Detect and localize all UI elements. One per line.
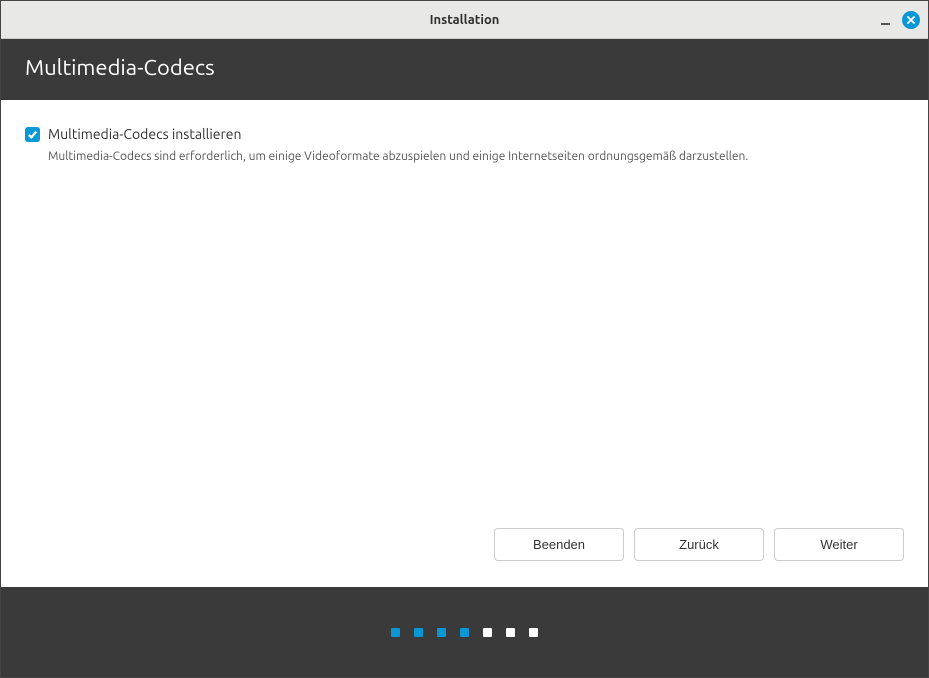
back-button[interactable]: Zurück xyxy=(634,528,764,561)
codec-checkbox[interactable] xyxy=(25,127,40,142)
codec-option-description: Multimedia-Codecs sind erforderlich, um … xyxy=(48,150,904,163)
progress-dot-3 xyxy=(437,628,446,637)
progress-dot-4 xyxy=(460,628,469,637)
progress-dot-5 xyxy=(483,628,492,637)
button-row: Beenden Zurück Weiter xyxy=(25,528,904,561)
quit-button[interactable]: Beenden xyxy=(494,528,624,561)
titlebar: Installation xyxy=(1,1,928,39)
progress-indicator xyxy=(391,628,538,637)
page-header: Multimedia-Codecs xyxy=(1,39,928,100)
codec-option-row: Multimedia-Codecs installieren xyxy=(25,126,904,142)
progress-dot-1 xyxy=(391,628,400,637)
footer xyxy=(1,587,928,677)
next-button[interactable]: Weiter xyxy=(774,528,904,561)
minimize-icon[interactable] xyxy=(878,13,892,27)
close-icon[interactable] xyxy=(902,11,920,29)
checkmark-icon xyxy=(27,129,38,140)
window-title: Installation xyxy=(430,13,500,27)
progress-dot-7 xyxy=(529,628,538,637)
codec-option-label[interactable]: Multimedia-Codecs installieren xyxy=(48,126,242,142)
progress-dot-2 xyxy=(414,628,423,637)
titlebar-controls xyxy=(878,11,920,29)
page-title: Multimedia-Codecs xyxy=(25,55,904,80)
spacer xyxy=(25,163,904,512)
installer-window: Installation Multimedia-Codecs Multimedi… xyxy=(0,0,929,678)
progress-dot-6 xyxy=(506,628,515,637)
main-content: Multimedia-Codecs installieren Multimedi… xyxy=(1,100,928,587)
